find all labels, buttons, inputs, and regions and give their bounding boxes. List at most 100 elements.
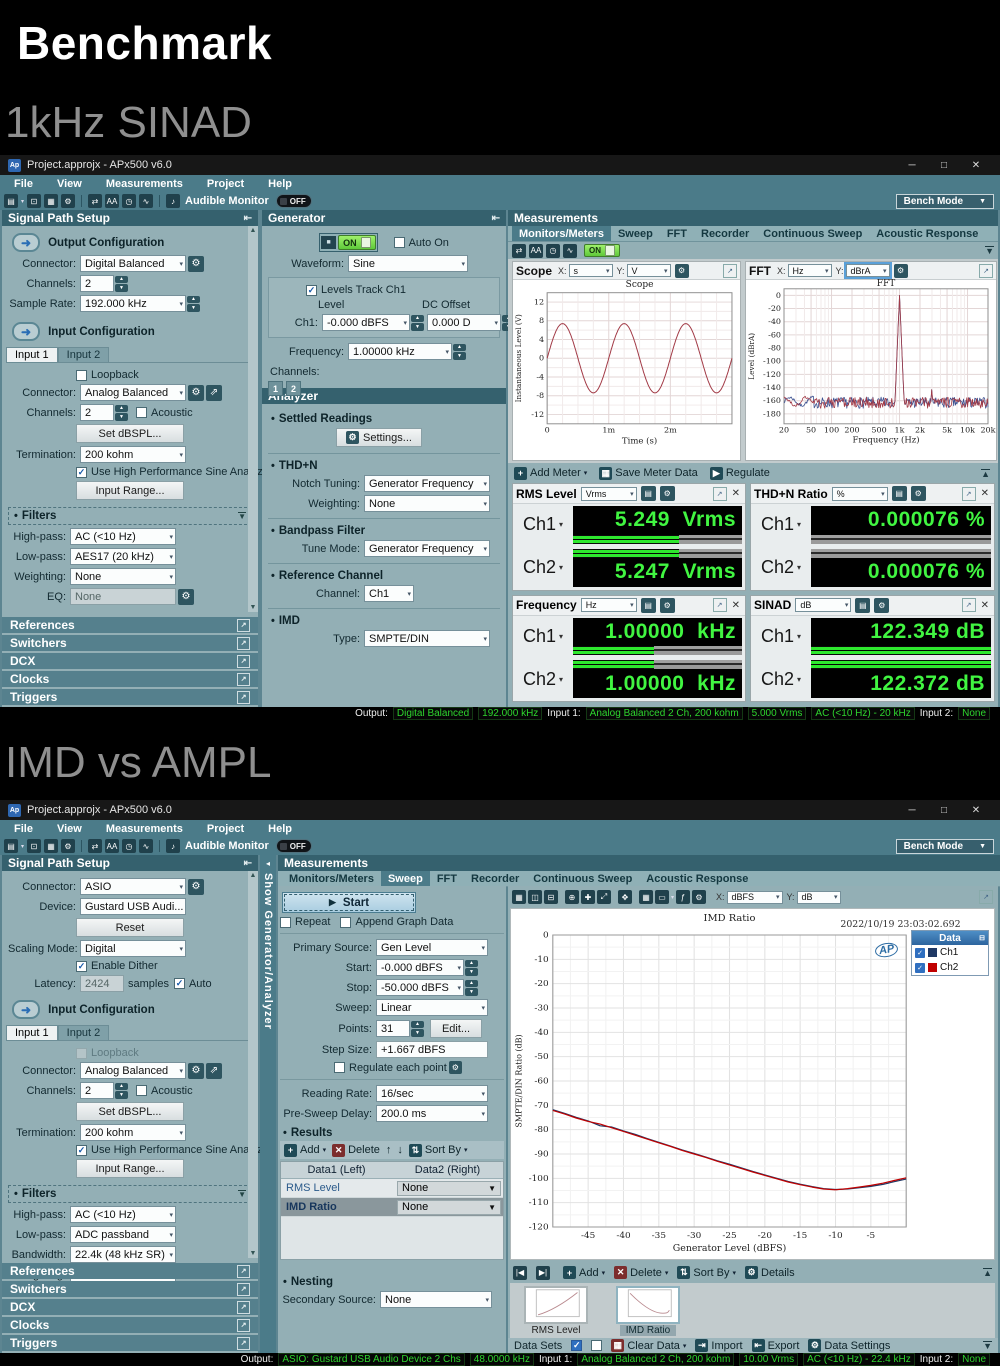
set-dbspl-button[interactable]: Set dBSPL...	[76, 1102, 184, 1121]
clear-data-button[interactable]: ▦Clear Data▾	[611, 1339, 686, 1352]
table-row-rms-level[interactable]: RMS LevelNone▼	[281, 1179, 503, 1198]
dataset-1-checkbox[interactable]: ✓	[571, 1340, 582, 1351]
first-result-icon[interactable]: |◀	[513, 1266, 527, 1280]
table-row-imd-ratio[interactable]: IMD RatioNone▼	[281, 1198, 503, 1217]
settled-readings-section[interactable]: Settled Readings	[279, 413, 372, 425]
menu-project[interactable]: Project	[207, 823, 244, 835]
regulate-each-point-checkbox[interactable]	[334, 1062, 345, 1073]
reference-channel-select[interactable]: Ch1▾	[364, 585, 414, 602]
graph-settings-icon[interactable]: ⚙	[692, 890, 706, 904]
sidebar-section-dcx[interactable]: DCX↗	[2, 653, 258, 669]
output-channels-stepper[interactable]: 2	[80, 275, 114, 292]
zoom-out-full-icon[interactable]: ⤢	[597, 890, 611, 904]
channel-selector[interactable]: Ch1▾	[754, 506, 808, 544]
pre-sweep-delay-select[interactable]: 200.0 ms▾	[376, 1105, 488, 1122]
title-bar[interactable]: Ap Project.approjx - APx500 v6.0 ─ □ ✕	[0, 155, 1000, 175]
meter-settings-icon[interactable]: ⚙	[911, 486, 926, 501]
new-file-icon[interactable]: ▤	[4, 194, 18, 208]
sidebar-section-switchers[interactable]: Switchers↗	[2, 635, 258, 651]
popout-icon[interactable]: ↗	[237, 637, 250, 650]
points-stepper[interactable]: 31	[376, 1020, 410, 1037]
move-up-icon[interactable]: ↑	[386, 1144, 392, 1156]
channel-1-button[interactable]: 1	[268, 381, 283, 396]
maximize-button[interactable]: □	[928, 160, 960, 171]
nesting-section[interactable]: Nesting	[291, 1276, 333, 1288]
graph-popout-icon[interactable]: ↗	[979, 890, 993, 904]
autohide-pin-icon[interactable]: ▲	[981, 469, 990, 478]
dock-icon[interactable]: ⇤	[244, 213, 252, 224]
pan-icon[interactable]: ✚	[581, 890, 595, 904]
device-select[interactable]: Gustard USB Audi...▾	[80, 898, 186, 915]
input-connector-settings-icon[interactable]: ⚙	[188, 1063, 204, 1079]
channel-selector[interactable]: Ch1▾	[516, 506, 570, 544]
clock-icon[interactable]: ◷	[122, 839, 136, 853]
channel-selector[interactable]: Ch2▾	[754, 660, 808, 698]
meter-popout-icon[interactable]: ↗	[713, 598, 727, 612]
meter-close-icon[interactable]: ✕	[981, 488, 989, 499]
output-connector-settings-icon[interactable]: ⚙	[188, 879, 204, 895]
secondary-source-select[interactable]: None▾	[380, 1291, 492, 1308]
sample-rate-spinner[interactable]: ▲▼	[187, 295, 200, 312]
input-channels-stepper[interactable]: 2	[80, 1082, 114, 1099]
thdn-section[interactable]: THD+N	[279, 460, 318, 472]
results-section[interactable]: Results	[291, 1127, 333, 1139]
menu-file[interactable]: File	[14, 823, 33, 835]
sort-by-button[interactable]: ⇅Sort By▾	[677, 1266, 736, 1279]
graph-x-unit-select[interactable]: dBFS▾	[727, 891, 783, 904]
signal-path-icon[interactable]: ⇄	[512, 244, 526, 258]
acoustic-checkbox[interactable]	[136, 407, 147, 418]
filters-section[interactable]: •Filters▼	[8, 507, 252, 525]
stop-spinner[interactable]: ▲▼	[465, 979, 478, 996]
input-connector-select[interactable]: Analog Balanced▾	[80, 384, 186, 401]
save-icon[interactable]: ▦	[44, 839, 58, 853]
minimize-button[interactable]: ─	[896, 160, 928, 171]
aa-monitor-icon[interactable]: AA	[529, 244, 543, 258]
left-panel-scrollbar[interactable]: ▲▼	[248, 871, 258, 1258]
zoom-icon[interactable]: ⊕	[565, 890, 579, 904]
graph-y-unit-select[interactable]: dB▾	[797, 891, 841, 904]
eq-settings-icon[interactable]: ⚙	[178, 589, 194, 605]
auto-on-checkbox[interactable]	[394, 237, 405, 248]
meter-popout-icon[interactable]: ↗	[713, 487, 727, 501]
start-spinner[interactable]: ▲▼	[465, 959, 478, 976]
points-spinner[interactable]: ▲▼	[411, 1020, 424, 1037]
menu-view[interactable]: View	[57, 823, 82, 835]
save-icon[interactable]: ▦	[44, 194, 58, 208]
autoscale-icon[interactable]: ✥	[618, 890, 632, 904]
eq-field[interactable]: None	[70, 588, 176, 605]
input-connector-select[interactable]: Analog Balanced▾	[80, 1062, 186, 1079]
autohide-pin-icon[interactable]: ▼	[983, 1341, 992, 1350]
maximize-button[interactable]: □	[928, 805, 960, 816]
scope-settings-icon[interactable]: ⚙	[675, 264, 689, 278]
delete-button[interactable]: ✕Delete▾	[614, 1266, 668, 1279]
sidebar-section-clocks[interactable]: Clocks↗	[2, 1317, 258, 1333]
data2-select[interactable]: None▼	[397, 1200, 501, 1215]
meter-close-icon[interactable]: ✕	[732, 600, 740, 611]
bandpass-filter-section[interactable]: Bandpass Filter	[279, 525, 365, 537]
settings-button[interactable]: ⚙Settings...	[336, 428, 422, 447]
sidebar-section-switchers[interactable]: Switchers↗	[2, 1281, 258, 1297]
aa-monitor-icon[interactable]: AA	[105, 839, 119, 853]
termination-select[interactable]: 200 kohm▾	[80, 1124, 186, 1141]
tab-monitors-meters[interactable]: Monitors/Meters	[282, 871, 381, 886]
menu-help[interactable]: Help	[268, 823, 292, 835]
cursor-icon[interactable]: ▭	[655, 890, 669, 904]
enable-dither-checkbox[interactable]: ✓	[76, 961, 87, 972]
notch-tuning-select[interactable]: Generator Frequency▾	[364, 475, 490, 492]
menu-measurements[interactable]: Measurements	[106, 178, 183, 190]
dc-offset-input[interactable]: 0.000 D▾	[427, 314, 501, 331]
ch1-level-input[interactable]: -0.000 dBFS▾	[322, 314, 410, 331]
output-connector-settings-icon[interactable]: ⚙	[188, 256, 204, 272]
lowpass-select[interactable]: ADC passband▾	[70, 1226, 176, 1243]
start-button[interactable]: ▶Start	[282, 892, 416, 913]
popout-icon[interactable]: ↗	[237, 673, 250, 686]
menu-file[interactable]: File	[14, 178, 33, 190]
show-generator-analyzer-strip[interactable]: ◂ Show Generator/Analyzer	[260, 855, 276, 1353]
imd-section[interactable]: IMD	[279, 615, 300, 627]
popout-icon[interactable]: ↗	[237, 1265, 250, 1278]
output-connector-select[interactable]: ASIO▾	[80, 878, 186, 895]
dock-icon[interactable]: ⇤	[244, 858, 252, 869]
channel-2-button[interactable]: 2	[286, 381, 301, 396]
autohide-pin-icon[interactable]: ▲	[983, 1268, 992, 1277]
input-range-button[interactable]: Input Range...	[76, 481, 184, 500]
